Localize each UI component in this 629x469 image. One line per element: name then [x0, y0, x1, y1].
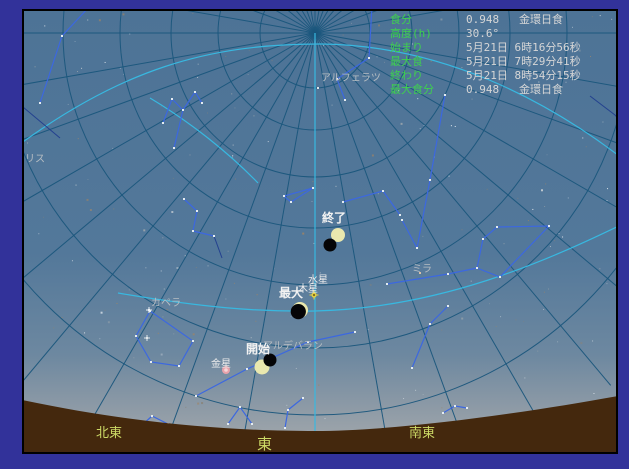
direction-label-southeast: 南東 [409, 422, 435, 441]
info-row-end-time: 終わり5月21日 8時54分15秒 [390, 69, 581, 83]
sky-chart[interactable]: アルフェラツ リス カペラ ミラ アルデバラン 水星 木星 金星 終了 最大 開… [22, 9, 618, 454]
info-row-start-time: 始まり5月21日 6時16分56秒 [390, 41, 581, 55]
direction-label-northeast: 北東 [96, 422, 122, 441]
info-label: 高度(h) [390, 27, 466, 41]
info-value: 5月21日 8時54分15秒 [466, 69, 581, 82]
info-label: 終わり [390, 69, 466, 83]
info-row-altitude: 高度(h)30.6° [390, 27, 581, 41]
star-label-alpheratz: アルフェラツ [321, 69, 381, 84]
planet-label-venus: 金星 [211, 355, 231, 370]
eclipse-phase-label-start: 開始 [246, 340, 270, 357]
planetarium-window: アルフェラツ リス カペラ ミラ アルデバラン 水星 木星 金星 終了 最大 開… [0, 0, 629, 469]
info-value: 5月21日 7時29分41秒 [466, 55, 581, 68]
info-value: 5月21日 6時16分56秒 [466, 41, 581, 54]
info-row-max-time: 最大食5月21日 7時29分41秒 [390, 55, 581, 69]
star-label-aldebaran: アルデバラン [263, 337, 323, 352]
info-value: 0.948 金環日食 [466, 83, 563, 96]
star-label-mira: ミラ [412, 260, 432, 275]
eclipse-phase-label-max: 最大 [279, 284, 303, 301]
info-row-magnitude: 食分0.948 金環日食 [390, 13, 581, 27]
info-label: 始まり [390, 41, 466, 55]
info-label: 食分 [390, 13, 466, 27]
star-label-capella: カペラ [151, 294, 181, 309]
info-value: 0.948 金環日食 [466, 13, 563, 26]
eclipse-info-panel: 食分0.948 金環日食 高度(h)30.6° 始まり5月21日 6時16分56… [390, 13, 581, 97]
info-row-max-magnitude: 最大食分0.948 金環日食 [390, 83, 581, 97]
direction-label-east: 東 [257, 433, 272, 454]
eclipse-phase-label-end: 終了 [322, 209, 346, 226]
info-label: 最大食分 [390, 83, 466, 97]
star-label-risu: リス [25, 150, 45, 165]
info-value: 30.6° [466, 27, 499, 40]
info-label: 最大食 [390, 55, 466, 69]
